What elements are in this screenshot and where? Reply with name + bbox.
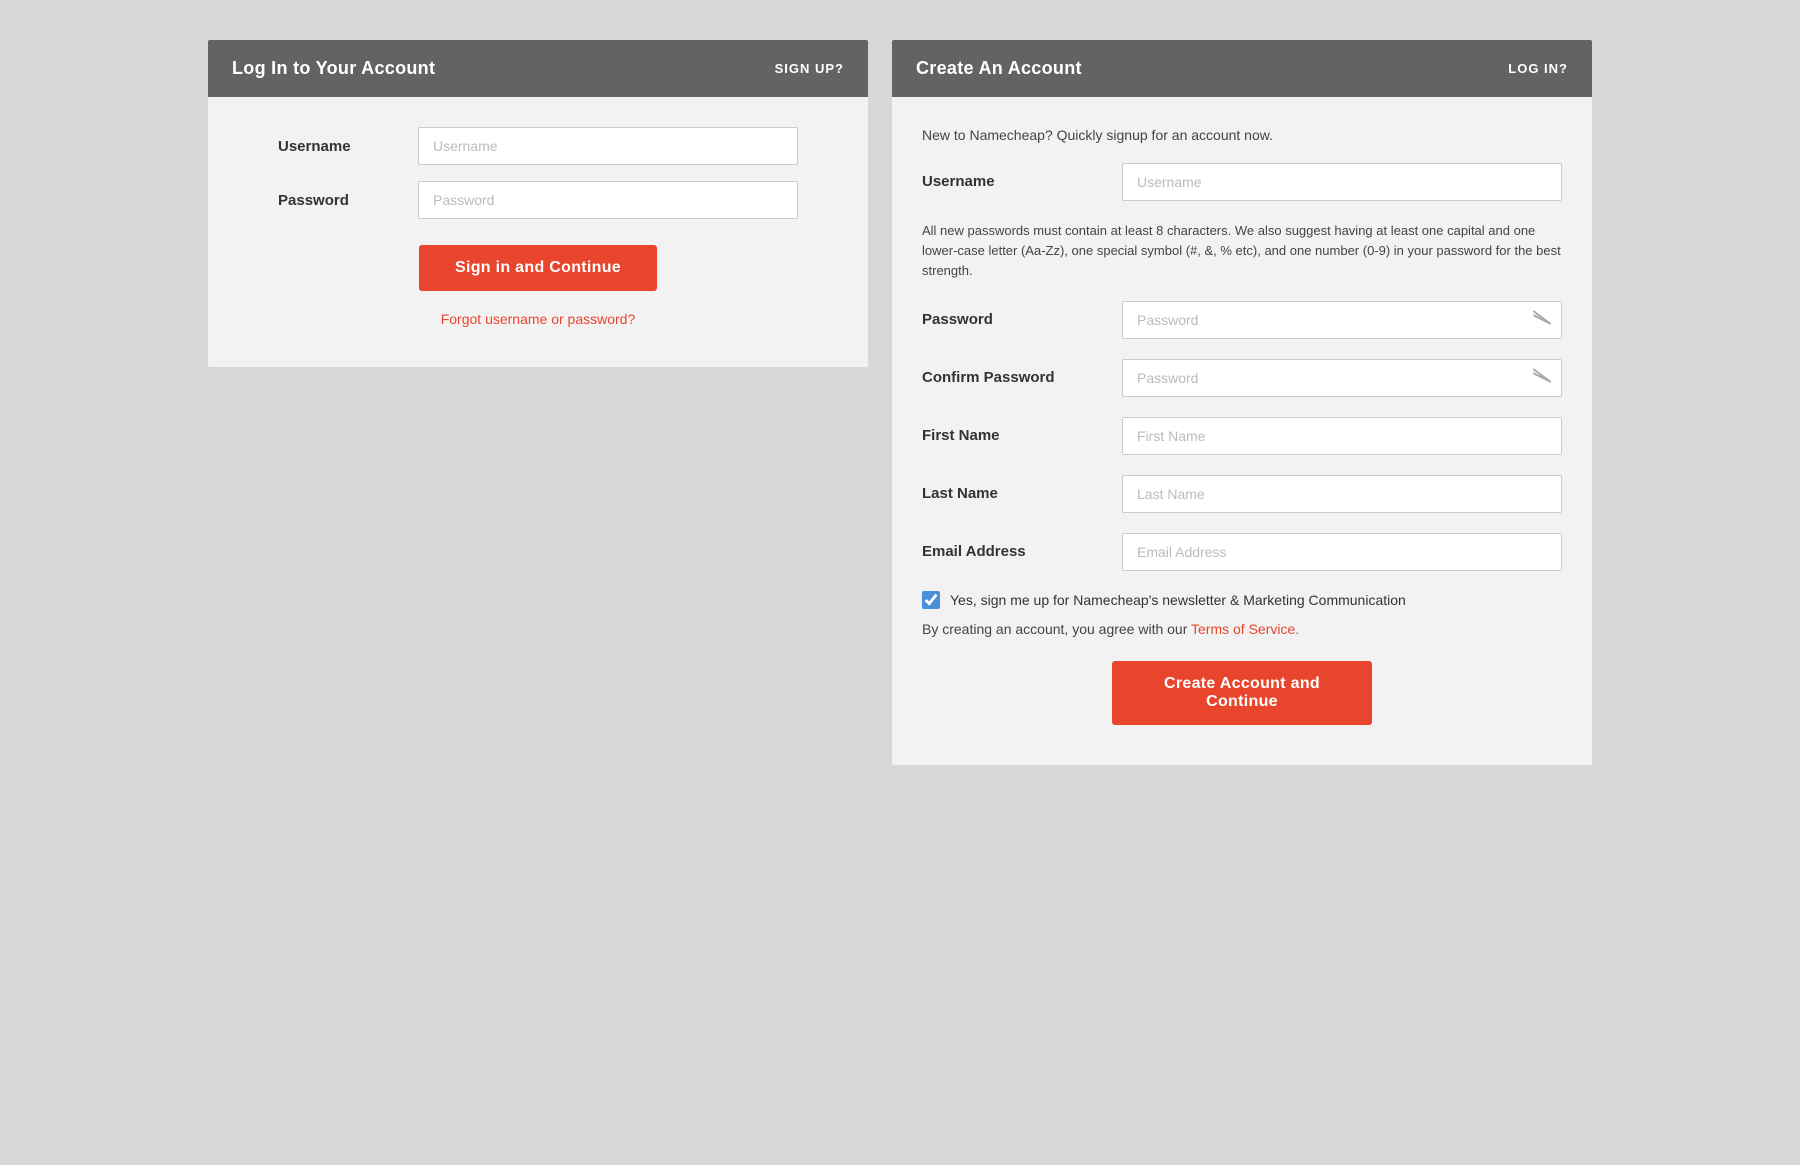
confirm-password-row: Confirm Password — [922, 359, 1562, 397]
login-link[interactable]: LOG IN? — [1508, 61, 1568, 76]
first-name-label: First Name — [922, 417, 1122, 444]
first-name-input[interactable] — [1122, 417, 1562, 455]
last-name-row: Last Name — [922, 475, 1562, 513]
login-panel-body: Username Password Sign in and Continue F… — [208, 97, 868, 367]
register-description: New to Namecheap? Quickly signup for an … — [922, 127, 1562, 143]
password-toggle-icon[interactable] — [1532, 310, 1552, 331]
register-password-label: Password — [922, 301, 1122, 328]
tos-link[interactable]: Terms of Service. — [1191, 621, 1299, 637]
forgot-link[interactable]: Forgot username or password? — [441, 311, 636, 327]
email-row: Email Address — [922, 533, 1562, 571]
register-password-wrapper — [1122, 301, 1562, 339]
email-label: Email Address — [922, 533, 1122, 560]
username-row: Username — [278, 127, 798, 165]
register-username-input[interactable] — [1122, 163, 1562, 201]
register-username-label: Username — [922, 163, 1122, 190]
newsletter-row: Yes, sign me up for Namecheap's newslett… — [922, 591, 1562, 609]
first-name-row: First Name — [922, 417, 1562, 455]
confirm-password-wrapper — [1122, 359, 1562, 397]
register-panel-header: Create An Account LOG IN? — [892, 40, 1592, 97]
password-row: Password — [278, 181, 798, 219]
register-panel-title: Create An Account — [916, 58, 1082, 79]
tos-text: By creating an account, you agree with o… — [922, 621, 1562, 637]
signin-button[interactable]: Sign in and Continue — [419, 245, 657, 291]
register-password-input[interactable] — [1122, 301, 1562, 339]
password-input[interactable] — [418, 181, 798, 219]
username-label: Username — [278, 138, 418, 155]
login-panel: Log In to Your Account SIGN UP? Username… — [208, 40, 868, 367]
email-input[interactable] — [1122, 533, 1562, 571]
register-panel-body: New to Namecheap? Quickly signup for an … — [892, 97, 1592, 765]
register-panel: Create An Account LOG IN? New to Nameche… — [892, 40, 1592, 765]
password-note: All new passwords must contain at least … — [922, 221, 1562, 281]
newsletter-label: Yes, sign me up for Namecheap's newslett… — [950, 592, 1406, 608]
register-password-row: Password — [922, 301, 1562, 339]
last-name-label: Last Name — [922, 475, 1122, 502]
signup-link[interactable]: SIGN UP? — [775, 61, 844, 76]
create-account-button[interactable]: Create Account and Continue — [1112, 661, 1372, 725]
login-form: Username Password Sign in and Continue F… — [238, 127, 838, 327]
password-label: Password — [278, 192, 418, 209]
login-panel-title: Log In to Your Account — [232, 58, 435, 79]
last-name-input[interactable] — [1122, 475, 1562, 513]
username-input[interactable] — [418, 127, 798, 165]
login-panel-header: Log In to Your Account SIGN UP? — [208, 40, 868, 97]
tos-prefix: By creating an account, you agree with o… — [922, 621, 1191, 637]
confirm-password-input[interactable] — [1122, 359, 1562, 397]
confirm-password-label: Confirm Password — [922, 359, 1122, 386]
register-username-row: Username — [922, 163, 1562, 201]
newsletter-checkbox[interactable] — [922, 591, 940, 609]
confirm-password-toggle-icon[interactable] — [1532, 368, 1552, 389]
